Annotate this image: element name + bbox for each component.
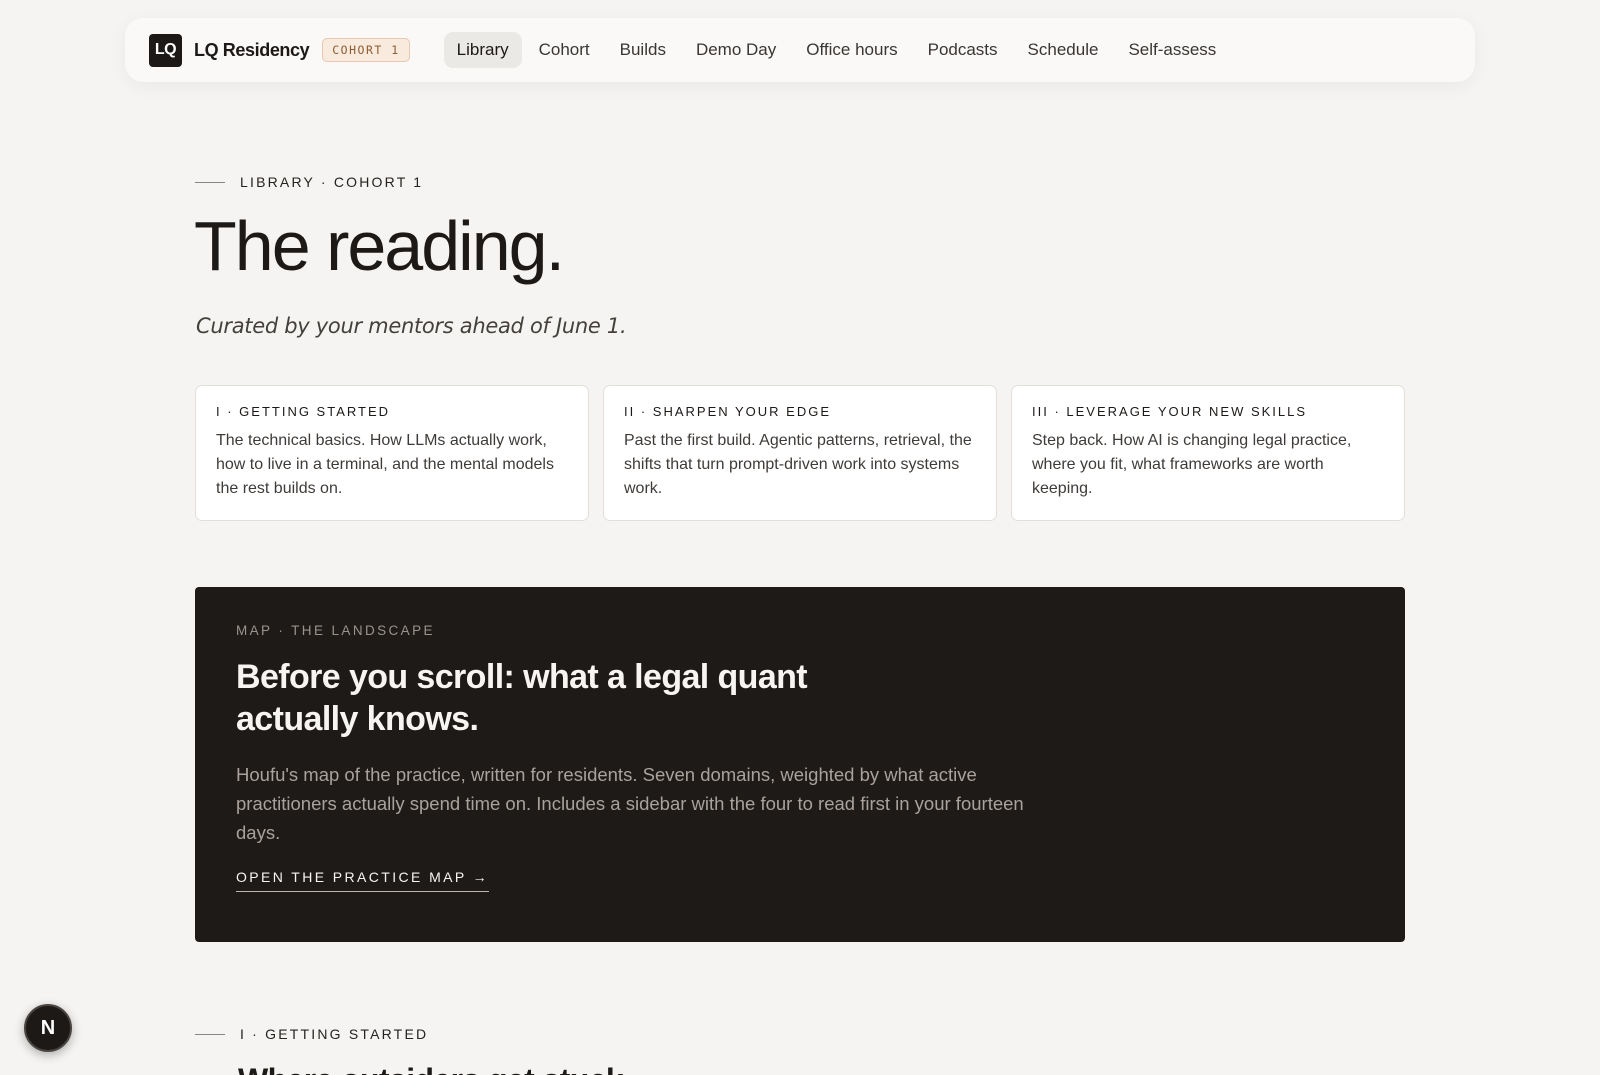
nav-link-podcasts[interactable]: Podcasts: [915, 32, 1011, 68]
section-eyebrow-text: I · GETTING STARTED: [240, 1026, 429, 1042]
eyebrow-rule: [195, 1033, 225, 1035]
section-heading: Where outsiders get stuck: [238, 1062, 624, 1075]
section-card-description: The technical basics. How LLMs actually …: [216, 432, 554, 497]
eyebrow-rule: [195, 181, 225, 183]
map-title: Before you scroll: what a legal quant ac…: [236, 658, 808, 738]
logo-icon[interactable]: LQ: [149, 33, 182, 67]
nav-link-demo-day[interactable]: Demo Day: [683, 32, 789, 68]
section-card-sharpen-your-edge[interactable]: II · SHARPEN YOUR EDGE Past the first bu…: [603, 385, 997, 521]
section-eyebrow: I · GETTING STARTED: [195, 1026, 428, 1042]
section-cards: I · GETTING STARTED The technical basics…: [195, 385, 1405, 521]
map-eyebrow: MAP · THE LANDSCAPE: [236, 623, 435, 638]
nav-link-self-assess[interactable]: Self-assess: [1115, 32, 1229, 68]
nav-links: Library Cohort Builds Demo Day Office ho…: [443, 32, 1230, 68]
page-subtitle: Curated by your mentors ahead of June 1.: [196, 314, 627, 338]
nav-link-cohort[interactable]: Cohort: [526, 32, 603, 68]
hero-eyebrow: LIBRARY · COHORT 1: [195, 174, 423, 190]
brand-name[interactable]: LQ Residency: [194, 40, 310, 61]
top-nav: LQ LQ Residency COHORT 1 Library Cohort …: [125, 18, 1475, 82]
section-card-leverage-skills[interactable]: III · LEVERAGE YOUR NEW SKILLS Step back…: [1011, 385, 1405, 521]
hero-eyebrow-text: LIBRARY · COHORT 1: [240, 174, 424, 190]
nav-link-schedule[interactable]: Schedule: [1015, 32, 1112, 68]
cohort-badge: COHORT 1: [322, 38, 410, 62]
nav-link-library[interactable]: Library: [443, 32, 522, 68]
section-card-description: Past the first build. Agentic patterns, …: [624, 432, 972, 497]
open-practice-map-link[interactable]: OPEN THE PRACTICE MAP →: [236, 869, 490, 892]
section-card-title: III · LEVERAGE YOUR NEW SKILLS: [1032, 404, 1308, 419]
nav-link-office-hours[interactable]: Office hours: [793, 32, 910, 68]
section-card-getting-started[interactable]: I · GETTING STARTED The technical basics…: [195, 385, 589, 521]
section-card-title: I · GETTING STARTED: [216, 404, 391, 419]
practice-map-panel: MAP · THE LANDSCAPE Before you scroll: w…: [195, 587, 1405, 942]
nav-link-builds[interactable]: Builds: [607, 32, 679, 68]
page-title: The reading.: [194, 207, 565, 285]
section-card-description: Step back. How AI is changing legal prac…: [1032, 432, 1352, 497]
section-card-title: II · SHARPEN YOUR EDGE: [624, 404, 832, 419]
map-description: Houfu's map of the practice, written for…: [236, 764, 1024, 843]
next-dev-indicator-button[interactable]: N: [24, 1004, 72, 1052]
